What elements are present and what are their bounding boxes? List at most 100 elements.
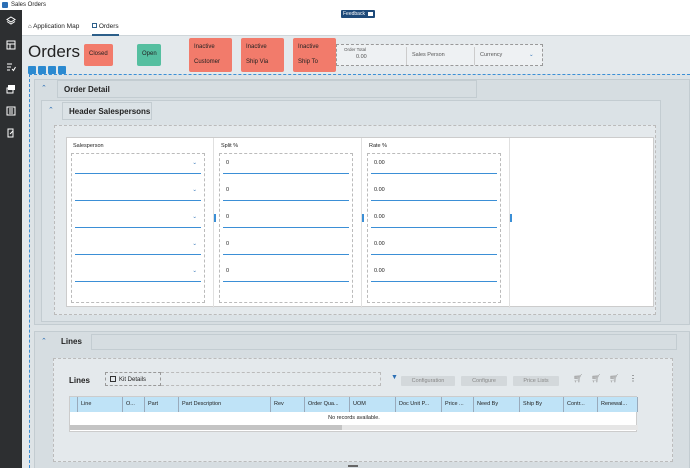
split-input[interactable]: 0	[223, 264, 349, 282]
salesperson-select[interactable]: ⌄	[75, 210, 201, 228]
resize-handle[interactable]	[510, 214, 512, 222]
button-label: Ship Via	[246, 59, 269, 65]
collapse-chevron-icon[interactable]: ⌃	[41, 337, 47, 345]
header-salespersons-section: ⌃ Header Salespersons Salesperson Split …	[41, 100, 661, 322]
quick-action-1-icon[interactable]	[28, 66, 36, 74]
edit-document-icon[interactable]	[6, 128, 16, 138]
order-detail-section: ⌃ Order Detail ⌃ Header Salespersons Sal…	[34, 79, 690, 325]
chevron-down-icon: ⌄	[529, 52, 534, 58]
split-input[interactable]: 0	[223, 237, 349, 255]
currency-select[interactable]: Currency ⌄	[477, 47, 539, 65]
open-button[interactable]: Open	[137, 44, 161, 66]
rate-input[interactable]: 0.00	[371, 183, 497, 201]
button-label: Inactive	[246, 44, 267, 50]
cart-icon[interactable]: 🛒︎	[573, 374, 583, 383]
currency-placeholder: Currency	[480, 52, 503, 58]
column-header-need-by[interactable]: Need By	[474, 397, 520, 412]
rate-input[interactable]: 0.00	[371, 237, 497, 255]
inactive-ship-to-button[interactable]: Inactive Ship To	[293, 38, 336, 72]
inactive-customer-button[interactable]: Inactive Customer	[189, 38, 232, 72]
feedback-button[interactable]: Feedback	[341, 10, 376, 18]
navigation-bar: ⌂ Application Map Orders	[22, 18, 690, 36]
tab-orders[interactable]: Orders	[92, 22, 119, 36]
order-total-value: 0.00	[356, 54, 367, 60]
orders-icon	[92, 23, 97, 28]
list-icon[interactable]	[6, 106, 16, 116]
sales-person-field[interactable]: Sales Person	[409, 47, 475, 65]
inactive-ship-via-button[interactable]: Inactive Ship Via	[241, 38, 284, 72]
app-icon	[2, 2, 8, 8]
salesperson-select[interactable]: ⌄	[75, 237, 201, 255]
kit-details-label: Kit Details	[119, 377, 147, 383]
order-total-label: Order Total	[344, 47, 367, 52]
column-divider	[361, 138, 362, 308]
salesperson-select[interactable]: ⌄	[75, 264, 201, 282]
column-header-uom[interactable]: UOM	[350, 397, 396, 412]
select-column-header[interactable]	[70, 397, 78, 412]
column-header-line[interactable]: Line	[78, 397, 123, 412]
stack-icon[interactable]	[6, 84, 16, 94]
scrollbar-thumb[interactable]	[70, 425, 342, 430]
column-header-doc-unit-price[interactable]: Doc Unit P...	[396, 397, 442, 412]
collapse-chevron-icon[interactable]: ⌃	[41, 84, 47, 92]
resize-handle[interactable]	[362, 214, 364, 222]
button-label: Ship To	[298, 59, 318, 65]
split-input[interactable]: 0	[223, 156, 349, 174]
layers-icon[interactable]	[6, 16, 16, 26]
column-header-order-qty[interactable]: Order Qua...	[305, 397, 350, 412]
quick-action-3-icon[interactable]	[48, 66, 56, 74]
column-header-price[interactable]: Price ...	[442, 397, 474, 412]
split-input[interactable]: 0	[223, 183, 349, 201]
lines-section: ⌃ Lines Lines Kit Details ▼ Configuratio…	[34, 331, 690, 468]
column-header-rev[interactable]: Rev	[271, 397, 305, 412]
salesperson-select[interactable]: ⌄	[75, 183, 201, 201]
rate-column-header: Rate %	[369, 143, 388, 149]
lines-grid-title: Lines	[69, 376, 90, 385]
column-header-contract[interactable]: Contr...	[564, 397, 598, 412]
resize-handle[interactable]	[214, 214, 216, 222]
rate-input[interactable]: 0.00	[371, 156, 497, 174]
column-header-renewal[interactable]: Renewal...	[598, 397, 638, 412]
split-input[interactable]: 0	[223, 210, 349, 228]
column-divider	[509, 138, 510, 308]
configure-button[interactable]: Configure	[461, 376, 507, 386]
salesperson-select[interactable]: ⌄	[75, 156, 201, 174]
button-label: Inactive	[194, 44, 215, 50]
column-header-part[interactable]: Part	[145, 397, 179, 412]
price-lists-button[interactable]: Price Lists	[513, 376, 559, 386]
chevron-down-icon: ⌄	[192, 241, 197, 247]
column-header-o[interactable]: O...	[123, 397, 145, 412]
window-title: Sales Orders	[11, 2, 47, 8]
kit-details-checkbox[interactable]: Kit Details	[105, 372, 161, 386]
cart-remove-icon[interactable]: 🛒︎	[591, 374, 601, 383]
window-titlebar: Sales Orders	[0, 0, 690, 10]
drag-handle[interactable]	[348, 465, 358, 467]
configuration-button[interactable]: Configuration	[401, 376, 455, 386]
filter-icon[interactable]: ▼	[391, 374, 398, 381]
closed-button[interactable]: Closed	[84, 44, 113, 66]
home-icon: ⌂	[28, 24, 32, 30]
rate-input[interactable]: 0.00	[371, 210, 497, 228]
tab-application-map[interactable]: ⌂ Application Map	[28, 22, 79, 36]
tab-label: Application Map	[33, 23, 80, 30]
collapse-chevron-icon[interactable]: ⌃	[48, 106, 54, 114]
lines-header-bar	[91, 334, 677, 350]
header-salespersons-header[interactable]: Header Salespersons	[62, 102, 152, 120]
quick-action-2-icon[interactable]	[38, 66, 46, 74]
chevron-down-icon: ⌄	[192, 187, 197, 193]
chevron-down-icon: ⌄	[192, 160, 197, 166]
order-detail-header[interactable]: Order Detail	[57, 80, 477, 98]
cart-add-icon[interactable]: 🛒︎	[609, 374, 619, 383]
quick-action-4-icon[interactable]	[58, 66, 66, 74]
chevron-down-icon: ⌄	[192, 214, 197, 220]
more-options-icon[interactable]: ⋮	[629, 374, 637, 383]
checklist-icon[interactable]	[6, 62, 16, 72]
layout-icon[interactable]	[6, 40, 16, 50]
horizontal-scrollbar[interactable]	[70, 425, 638, 430]
rate-input[interactable]: 0.00	[371, 264, 497, 282]
button-label: Closed	[89, 51, 108, 57]
column-header-ship-by[interactable]: Ship By	[520, 397, 564, 412]
column-header-part-description[interactable]: Part Description	[179, 397, 271, 412]
salesperson-column-header: Salesperson	[73, 143, 104, 149]
chat-icon	[368, 11, 374, 16]
